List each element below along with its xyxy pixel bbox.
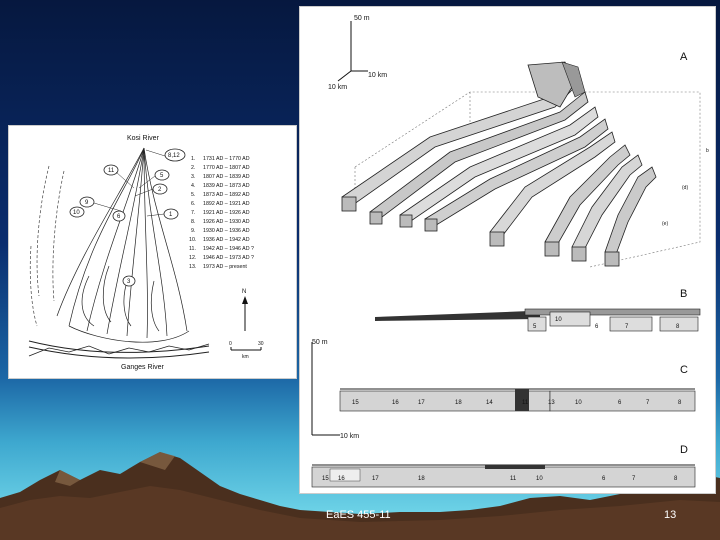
svg-text:11: 11 [510,476,517,482]
svg-text:6: 6 [595,324,599,330]
legend-num: 11. [189,246,196,252]
legend-range: 1936 AD – 1942 AD [203,237,250,243]
legend-num: 7. [191,210,195,216]
svg-text:17: 17 [418,400,425,406]
map-drawing: 8,12 11 5 2 1 9 10 6 3 Kosi River Ganges… [28,135,264,371]
legend-range: 1839 AD – 1873 AD [203,183,250,189]
scale-vertical-top: 50 m [354,15,370,22]
legend-num: 8. [191,219,195,225]
svg-text:10: 10 [555,317,562,323]
old-channels [29,165,65,327]
channel-lines [56,147,190,343]
svg-text:16: 16 [338,476,345,482]
scale-depth-top: 10 km [328,84,347,91]
map-legend: 1. 1731 AD – 1770 AD 2. 1770 AD – 1807 AD … [189,156,254,270]
legend-range: 1926 AD – 1930 AD [203,219,250,225]
legend-range: 1807 AD – 1839 AD [203,174,250,180]
legend-num: 9. [191,228,195,234]
block-side-label: b [706,148,709,154]
channel-ribbons [341,61,657,258]
svg-text:11: 11 [108,168,115,174]
legend-range: 1942 AD – 1946 AD ? [203,246,254,252]
legend-num: 10. [189,237,196,243]
svg-text:13: 13 [548,400,555,406]
kosi-river-label: Kosi River [127,135,160,142]
block-side-label: (e) [662,221,668,227]
leader-lines [93,149,166,217]
section-label-a: A [680,51,688,63]
svg-text:15: 15 [322,476,329,482]
legend-range: 1731 AD – 1770 AD [203,156,250,162]
legend-range: 1973 AD – present [203,264,247,270]
section-b: 5 10 6 7 8 [375,308,701,332]
svg-text:10: 10 [73,210,80,216]
kosi-fan-map: 8,12 11 5 2 1 9 10 6 3 Kosi River Ganges… [8,125,297,379]
legend-range: 1930 AD – 1936 AD [203,228,250,234]
legend-num: 6. [191,201,195,207]
svg-text:18: 18 [418,476,425,482]
svg-text:N: N [242,289,246,295]
svg-text:10: 10 [575,400,582,406]
map-scale-bar: 0 30 km [229,341,264,360]
svg-text:km: km [242,354,249,360]
legend-num: 1. [191,156,195,162]
svg-text:16: 16 [392,400,399,406]
svg-text:10: 10 [536,476,543,482]
axis-mid [311,342,340,436]
svg-text:30: 30 [258,341,264,347]
svg-text:8,12: 8,12 [168,153,180,159]
page-number: 13 [664,509,677,521]
block-diagram: 50 m 10 km 10 km A b (d) (e) B 5 10 6 7 … [311,15,709,488]
section-label-d: D [680,444,688,456]
axis-triad-a [337,21,368,82]
svg-text:0: 0 [229,341,232,347]
legend-range: 1946 AD – 1973 AD ? [203,255,254,261]
north-arrow-icon: N [242,289,248,331]
legend-num: 13. [189,264,196,270]
scale-vertical-mid: 50 m [312,339,328,346]
section-label-b: B [680,288,687,300]
section-c: 15 16 17 18 14 11 13 10 6 7 8 [339,388,696,412]
svg-text:17: 17 [372,476,379,482]
stratigraphy-figure: 50 m 10 km 10 km A b (d) (e) B 5 10 6 7 … [299,6,716,494]
legend-num: 2. [191,165,195,171]
block-side-label: (d) [682,185,688,191]
legend-range: 1892 AD – 1921 AD [203,201,250,207]
scale-horizontal-mid: 10 km [340,433,359,440]
footer-course: EaES 455-11 [326,509,391,521]
legend-num: 5. [191,192,195,198]
legend-range: 1873 AD – 1892 AD [203,192,250,198]
legend-range: 1770 AD – 1807 AD [203,165,250,171]
svg-text:11: 11 [522,400,529,406]
legend-num: 3. [191,174,195,180]
svg-text:18: 18 [455,400,462,406]
legend-range: 1921 AD – 1926 AD [203,210,250,216]
legend-num: 4. [191,183,195,189]
legend-num: 12. [189,255,196,261]
section-label-c: C [680,364,688,376]
ganges-river-label: Ganges River [121,364,164,371]
scale-horizontal-top: 10 km [368,72,387,79]
svg-text:15: 15 [352,400,359,406]
section-d: 15 16 17 18 11 10 6 7 8 [311,464,696,488]
svg-text:14: 14 [486,400,493,406]
